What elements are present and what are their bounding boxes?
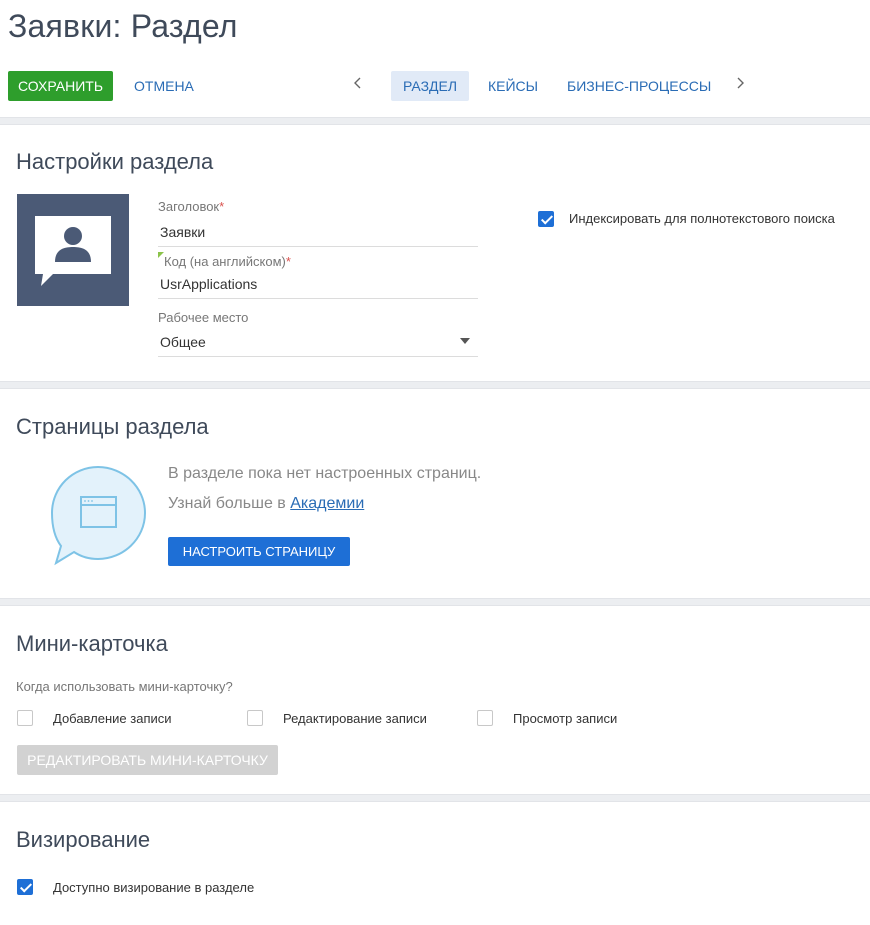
chevron-right-icon[interactable]	[736, 76, 744, 94]
code-label: Код (на английском)*	[164, 254, 291, 269]
tab-section[interactable]: РАЗДЕЛ	[391, 71, 470, 101]
minicard-view-checkbox[interactable]	[477, 710, 493, 726]
section-divider	[0, 598, 870, 606]
minicard-question: Когда использовать мини-карточку?	[16, 679, 233, 694]
section-divider	[0, 117, 870, 125]
section-divider	[0, 381, 870, 389]
edit-minicard-button[interactable]: РЕДАКТИРОВАТЬ МИНИ-КАРТОЧКУ	[17, 745, 278, 775]
page-title: Заявки: Раздел	[8, 8, 238, 44]
learn-prefix: Узнай больше в	[168, 495, 291, 512]
code-input[interactable]: UsrApplications	[158, 273, 478, 299]
save-button[interactable]: СОХРАНИТЬ	[8, 71, 113, 101]
workplace-value: Общее	[160, 334, 206, 350]
tab-cases[interactable]: КЕЙСЫ	[476, 71, 550, 101]
minicard-view-label: Просмотр записи	[513, 711, 618, 726]
fulltext-index-label: Индексировать для полнотекстового поиска	[569, 211, 835, 226]
code-label-text: Код (на английском)	[164, 254, 286, 269]
minicard-edit-label: Редактирование записи	[283, 711, 427, 726]
section-settings-title: Настройки раздела	[16, 149, 214, 174]
section-divider	[0, 794, 870, 802]
minicard-add-checkbox[interactable]	[17, 710, 33, 726]
section-visa-title: Визирование	[16, 827, 151, 852]
caption-input[interactable]: Заявки	[158, 221, 478, 247]
fulltext-index-checkbox[interactable]	[538, 211, 554, 227]
pages-learn-more: Узнай больше в Академии	[168, 495, 364, 513]
pages-empty-text: В разделе пока нет настроенных страниц.	[168, 465, 482, 482]
toolbar: СОХРАНИТЬ ОТМЕНА РАЗДЕЛ КЕЙСЫ БИЗНЕС-ПРО…	[0, 70, 870, 104]
cancel-button[interactable]: ОТМЕНА	[126, 71, 202, 101]
minicard-add-label: Добавление записи	[53, 711, 172, 726]
required-mark: *	[285, 254, 291, 269]
minicard-edit-checkbox[interactable]	[247, 710, 263, 726]
caption-label: Заголовок*	[158, 199, 224, 214]
academy-link[interactable]: Академии	[290, 495, 364, 512]
page-bubble-icon	[50, 465, 150, 572]
section-contact-icon[interactable]	[17, 194, 129, 306]
section-minicard-title: Мини-карточка	[16, 631, 168, 656]
required-mark: *	[219, 199, 225, 214]
caption-label-text: Заголовок	[158, 199, 220, 214]
section-pages-title: Страницы раздела	[16, 414, 209, 439]
chevron-left-icon[interactable]	[354, 76, 362, 94]
visa-label: Доступно визирование в разделе	[53, 880, 255, 895]
workplace-label: Рабочее место	[158, 310, 249, 325]
workplace-select[interactable]: Общее	[158, 331, 478, 357]
tab-business-processes[interactable]: БИЗНЕС-ПРОЦЕССЫ	[555, 71, 723, 101]
configure-page-button[interactable]: НАСТРОИТЬ СТРАНИЦУ	[168, 537, 350, 566]
dropdown-arrow-icon[interactable]	[460, 338, 470, 344]
visa-checkbox[interactable]	[17, 879, 33, 895]
